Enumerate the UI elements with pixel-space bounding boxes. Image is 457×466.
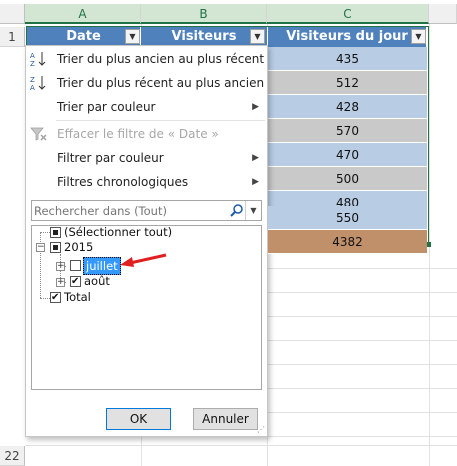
menu-item-label: Filtres chronologiques	[57, 175, 189, 189]
ok-button[interactable]: OK	[106, 408, 171, 430]
menu-item-label: Trier du plus ancien au plus récent	[57, 52, 265, 66]
column-header-a[interactable]: A	[25, 4, 141, 24]
filter-dropdown-panel: A Z Trier du plus ancien au plus récent …	[25, 45, 268, 437]
table-cell[interactable]: 512	[268, 71, 427, 95]
column-header-c[interactable]: C	[267, 4, 429, 24]
menu-item-date-filters[interactable]: Filtres chronologiques ▶	[26, 170, 267, 194]
submenu-arrow-icon: ▶	[252, 177, 259, 187]
menu-item-clear-filter: Effacer le filtre de « Date »	[26, 122, 267, 146]
table-header-visiteurs-jour: Visiteurs du jour	[268, 27, 427, 47]
tree-item-label: (Sélectionner tout)	[64, 225, 173, 239]
menu-separator	[56, 120, 265, 121]
table-cell[interactable]: 500	[268, 167, 427, 191]
sort-az-icon: A Z	[30, 52, 46, 67]
table-cell[interactable]: 570	[268, 119, 427, 143]
tree-connector	[40, 232, 50, 233]
menu-item-sort-ascending[interactable]: A Z Trier du plus ancien au plus récent	[26, 47, 267, 71]
checkbox-select-all[interactable]	[50, 227, 61, 238]
tree-item-label: août	[84, 274, 110, 288]
menu-item-filter-by-color[interactable]: Filtrer par couleur ▶	[26, 146, 267, 170]
menu-item-sort-by-color[interactable]: Trier par couleur ▶	[26, 95, 267, 119]
row-header-22[interactable]: 22	[0, 446, 25, 466]
search-input[interactable]	[34, 202, 224, 219]
table-header-date: Date	[27, 27, 141, 47]
checkbox-aout[interactable]	[70, 274, 81, 290]
tree-item-label: 2015	[64, 240, 94, 254]
svg-text:Z: Z	[30, 76, 35, 84]
table-total-cell[interactable]: 4382	[268, 230, 427, 254]
svg-text:A: A	[30, 84, 35, 91]
search-icon[interactable]	[229, 203, 245, 219]
submenu-arrow-icon: ▶	[252, 153, 259, 163]
gridline	[25, 445, 457, 446]
svg-text:A: A	[30, 52, 35, 60]
tree-connector	[40, 298, 50, 299]
table-cell[interactable]: 435	[268, 47, 427, 71]
table-cell[interactable]: 470	[268, 143, 427, 167]
menu-item-label: Effacer le filtre de « Date »	[57, 127, 219, 141]
cancel-button[interactable]: Annuler	[193, 408, 258, 430]
table-cell[interactable]: 550	[268, 206, 427, 230]
chevron-down-icon[interactable]: ▼	[245, 201, 261, 220]
clear-filter-icon	[30, 127, 47, 141]
svg-text:Z: Z	[30, 60, 35, 67]
checkbox-total[interactable]	[50, 290, 61, 306]
menu-item-sort-descending[interactable]: Z A Trier du plus récent au plus ancien	[26, 71, 267, 95]
expand-icon[interactable]: +	[56, 278, 65, 287]
submenu-arrow-icon: ▶	[252, 102, 259, 112]
filter-dropdown-button-visiteurs-jour[interactable]: ▼	[411, 29, 426, 44]
sort-za-icon: Z A	[30, 76, 46, 91]
column-header-b[interactable]: B	[141, 4, 267, 24]
expand-icon[interactable]: +	[56, 262, 65, 271]
checkbox-juillet[interactable]	[70, 260, 81, 271]
tree-item-label: Total	[64, 290, 91, 304]
column-header-d[interactable]	[429, 4, 457, 24]
resize-grip-icon[interactable]: ⋰	[257, 425, 265, 434]
menu-item-label: Filtrer par couleur	[57, 151, 164, 165]
menu-item-label: Trier du plus récent au plus ancien	[57, 76, 265, 90]
filter-search-box[interactable]: ▼	[31, 200, 262, 221]
filter-dropdown-button-date[interactable]: ▼	[125, 29, 140, 44]
select-all-corner[interactable]	[0, 4, 25, 24]
collapse-icon[interactable]: −	[36, 243, 45, 252]
annotation-arrow-icon	[120, 253, 167, 267]
table-header-visiteurs: Visiteurs	[141, 27, 268, 47]
filter-value-tree: (Sélectionner tout) − 2015 + juillet + a…	[31, 225, 262, 390]
filter-dropdown-button-visiteurs[interactable]: ▼	[250, 29, 265, 44]
checkbox-2015[interactable]	[50, 242, 61, 253]
menu-item-label: Trier par couleur	[57, 100, 156, 114]
row-header-1[interactable]: 1	[0, 27, 25, 47]
table-cell[interactable]: 428	[268, 95, 427, 119]
